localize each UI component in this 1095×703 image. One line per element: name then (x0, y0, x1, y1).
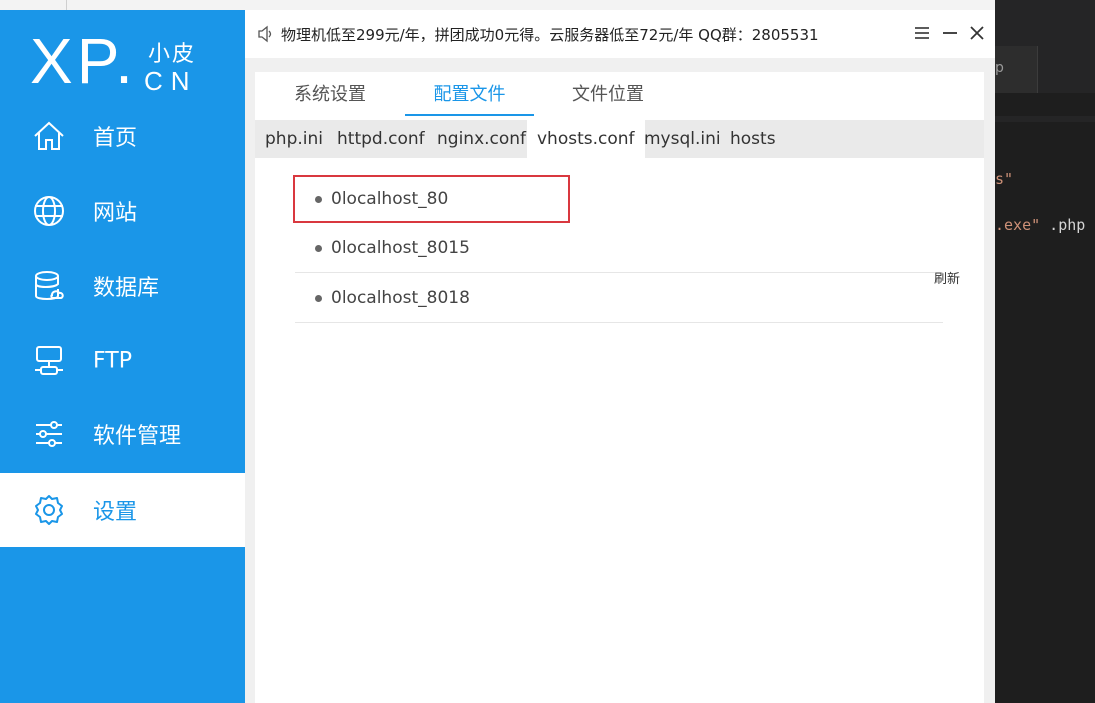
logo-cn: CN (144, 66, 198, 96)
list-item[interactable]: 0localhost_8018 (295, 274, 943, 323)
sidebar-item-database[interactable]: 数据库 (0, 249, 245, 323)
subtab-php-ini[interactable]: php.ini (255, 120, 333, 158)
logo-small: 小皮 (148, 42, 197, 67)
background-top-strip (0, 0, 1095, 10)
menu-icon[interactable] (911, 22, 933, 44)
file-name: 0localhost_8018 (331, 288, 470, 308)
logo-xp: XP. (30, 25, 137, 97)
notice-text: 物理机低至299元/年，拼团成功0元得。云服务器低至72元/年 QQ群：2805… (281, 26, 819, 44)
divider (66, 0, 67, 10)
editor-strip (995, 116, 1095, 122)
ftp-icon (35, 346, 63, 375)
gear-icon (35, 495, 63, 525)
sidebar-item-label: FTP (93, 348, 132, 374)
tab-file-locations[interactable]: 文件位置 (563, 80, 653, 114)
editor-tab-label: p (995, 60, 1004, 76)
bullet-icon (315, 295, 322, 302)
background-editor: p s" .exe" .php (995, 0, 1095, 703)
close-icon[interactable] (966, 22, 988, 44)
sidebar-item-label: 设置 (93, 500, 138, 525)
sidebar-item-home[interactable]: 首页 (0, 99, 245, 173)
list-item[interactable]: 0localhost_8015 (295, 224, 943, 273)
refresh-button[interactable]: 刷新 (934, 268, 960, 287)
sidebar-item-label: 网站 (93, 201, 138, 226)
subtab-httpd-conf[interactable]: httpd.conf (327, 120, 435, 158)
bullet-icon (315, 245, 322, 252)
sidebar: XP. 小皮 CN 首页 网站 数据库 FTP 软件管理 设置 (0, 10, 245, 703)
code-line: s" (995, 170, 1014, 188)
sidebar-item-label: 软件管理 (93, 424, 182, 449)
code-string: .exe" (995, 216, 1041, 234)
code-line: .exe" .php (995, 216, 1085, 234)
editor-tab[interactable]: p (995, 46, 1038, 93)
list-item[interactable]: 0localhost_80 (293, 175, 570, 223)
file-name: 0localhost_80 (331, 189, 449, 209)
database-icon (35, 271, 64, 300)
sidebar-item-label: 首页 (93, 126, 138, 151)
bullet-icon (315, 196, 322, 203)
settings-tabs: 系统设置 配置文件 文件位置 (255, 72, 984, 116)
titlebar: 物理机低至299元/年，拼团成功0元得。云服务器低至72元/年 QQ群：2805… (245, 10, 995, 58)
subtab-nginx-conf[interactable]: nginx.conf (427, 120, 536, 158)
speaker-icon (258, 25, 272, 43)
sidebar-item-website[interactable]: 网站 (0, 174, 245, 248)
main-area: 物理机低至299元/年，拼团成功0元得。云服务器低至72元/年 QQ群：2805… (245, 10, 995, 703)
file-name: 0localhost_8015 (331, 238, 470, 258)
tab-config-files[interactable]: 配置文件 (405, 80, 534, 116)
code-text: .php (1040, 216, 1086, 234)
subtab-hosts[interactable]: hosts (720, 120, 786, 158)
home-icon (34, 121, 64, 150)
subtab-mysql-ini[interactable]: mysql.ini (634, 120, 731, 158)
globe-icon (34, 196, 64, 226)
tab-system-settings[interactable]: 系统设置 (285, 80, 375, 114)
sliders-icon (36, 421, 62, 447)
editor-tabbar: p (995, 0, 1095, 93)
config-file-tabs: php.ini httpd.conf nginx.conf vhosts.con… (255, 120, 984, 158)
minimize-icon[interactable] (939, 22, 961, 44)
sidebar-item-ftp[interactable]: FTP (0, 324, 245, 398)
subtab-vhosts-conf[interactable]: vhosts.conf (527, 120, 645, 158)
app-logo: XP. 小皮 CN (30, 22, 230, 102)
sidebar-item-label: 数据库 (93, 276, 160, 301)
sidebar-item-settings[interactable]: 设置 (0, 473, 245, 547)
sidebar-item-software[interactable]: 软件管理 (0, 397, 245, 471)
settings-panel: 系统设置 配置文件 文件位置 php.ini httpd.conf nginx.… (255, 72, 984, 703)
